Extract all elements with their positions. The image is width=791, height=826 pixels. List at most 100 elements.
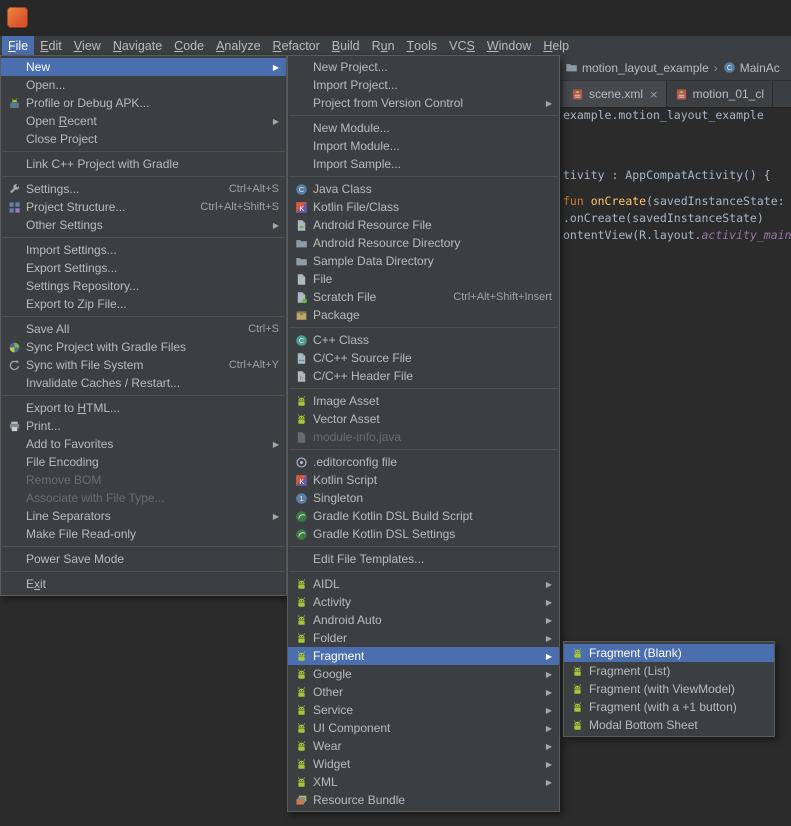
code-line-2[interactable]: tivity : AppCompatActivity() {	[563, 168, 771, 182]
menu-separator	[2, 546, 285, 547]
menu-item-modal-bottom-sheet[interactable]: Modal Bottom Sheet	[564, 716, 774, 734]
menu-item-file-encoding[interactable]: File Encoding	[1, 453, 286, 471]
menu-item-other-settings[interactable]: Other Settings▶	[1, 216, 286, 234]
menu-item-image-asset[interactable]: Image Asset	[288, 392, 559, 410]
menu-item-save-all[interactable]: Save AllCtrl+S	[1, 320, 286, 338]
menubar-item-window[interactable]: Window	[481, 36, 537, 55]
menu-item-file[interactable]: File	[288, 270, 559, 288]
menubar-item-analyze[interactable]: Analyze	[210, 36, 266, 55]
menu-item-scratch-file[interactable]: Scratch FileCtrl+Alt+Shift+Insert	[288, 288, 559, 306]
menu-item-fragment-blank[interactable]: Fragment (Blank)	[564, 644, 774, 662]
menu-item-export-settings[interactable]: Export Settings...	[1, 259, 286, 277]
menu-item-google[interactable]: Google▶	[288, 665, 559, 683]
menu-item-widget[interactable]: Widget▶	[288, 755, 559, 773]
menu-item-fragment-with-a-1-button[interactable]: Fragment (with a +1 button)	[564, 698, 774, 716]
menubar-item-file[interactable]: File	[2, 36, 34, 55]
menubar-item-view[interactable]: View	[68, 36, 107, 55]
menu-item-label: Settings...	[26, 182, 213, 196]
menu-item-power-save-mode[interactable]: Power Save Mode	[1, 550, 286, 568]
menu-item-aidl[interactable]: AIDL▶	[288, 575, 559, 593]
menu-item-profile-or-debug-apk[interactable]: Profile or Debug APK...	[1, 94, 286, 112]
menu-item-fragment[interactable]: Fragment▶	[288, 647, 559, 665]
menu-item-sync-project-with-gradle-files[interactable]: Sync Project with Gradle Files	[1, 338, 286, 356]
menu-separator	[289, 115, 558, 116]
menu-item-android-resource-directory[interactable]: Android Resource Directory	[288, 234, 559, 252]
menubar-item-edit[interactable]: Edit	[34, 36, 68, 55]
menu-item-new[interactable]: New▶	[1, 58, 286, 76]
code-line-3[interactable]: fun onCreate(savedInstanceState:	[563, 194, 785, 208]
menu-item-open[interactable]: Open...	[1, 76, 286, 94]
menubar-item-help[interactable]: Help	[537, 36, 575, 55]
menu-item-editorconfig-file[interactable]: .editorconfig file	[288, 453, 559, 471]
menu-item-activity[interactable]: Activity▶	[288, 593, 559, 611]
menu-item-c-c-source-file[interactable]: ++C/C++ Source File	[288, 349, 559, 367]
menu-item-import-project[interactable]: Import Project...	[288, 76, 559, 94]
menu-item-sample-data-directory[interactable]: Sample Data Directory	[288, 252, 559, 270]
menu-item-invalidate-caches-restart[interactable]: Invalidate Caches / Restart...	[1, 374, 286, 392]
menubar-item-navigate[interactable]: Navigate	[107, 36, 168, 55]
menu-item-settings[interactable]: Settings...Ctrl+Alt+S	[1, 180, 286, 198]
menubar-item-run[interactable]: Run	[366, 36, 401, 55]
tab-close-icon[interactable]: ×	[650, 88, 658, 101]
menu-item-print[interactable]: Print...	[1, 417, 286, 435]
code-line-5[interactable]: ontentView(R.layout.activity_main)	[563, 228, 791, 242]
menubar-item-tools[interactable]: Tools	[401, 36, 444, 55]
app-icon[interactable]	[7, 7, 28, 28]
menu-item-service[interactable]: Service▶	[288, 701, 559, 719]
menu-item-sync-with-file-system[interactable]: Sync with File SystemCtrl+Alt+Y	[1, 356, 286, 374]
menu-item-import-sample[interactable]: Import Sample...	[288, 155, 559, 173]
menu-item-singleton[interactable]: 1Singleton	[288, 489, 559, 507]
svg-text:C: C	[298, 185, 304, 194]
menu-item-java-class[interactable]: CJava Class	[288, 180, 559, 198]
menu-item-c-c-header-file[interactable]: hC/C++ Header File	[288, 367, 559, 385]
menu-item-fragment-with-viewmodel[interactable]: Fragment (with ViewModel)	[564, 680, 774, 698]
tab-scene-xml[interactable]: scene.xml×	[563, 81, 667, 107]
menu-item-kotlin-file-class[interactable]: KKotlin File/Class	[288, 198, 559, 216]
menu-item-make-file-read-only[interactable]: Make File Read-only	[1, 525, 286, 543]
menu-item-fragment-list[interactable]: Fragment (List)	[564, 662, 774, 680]
menu-item-import-settings[interactable]: Import Settings...	[1, 241, 286, 259]
menu-item-folder[interactable]: Folder▶	[288, 629, 559, 647]
menu-item-android-resource-file[interactable]: Android Resource File	[288, 216, 559, 234]
menu-item-xml[interactable]: XML▶	[288, 773, 559, 791]
menu-item-export-to-zip-file[interactable]: Export to Zip File...	[1, 295, 286, 313]
menu-item-open-recent[interactable]: Open Recent▶	[1, 112, 286, 130]
menu-item-exit[interactable]: Exit	[1, 575, 286, 593]
menu-item-project-from-version-control[interactable]: Project from Version Control▶	[288, 94, 559, 112]
menu-item-export-to-html[interactable]: Export to HTML...	[1, 399, 286, 417]
menubar-item-refactor[interactable]: Refactor	[267, 36, 326, 55]
menu-item-new-project[interactable]: New Project...	[288, 58, 559, 76]
menu-item-import-module[interactable]: Import Module...	[288, 137, 559, 155]
menu-item-gradle-kotlin-dsl-settings[interactable]: Gradle Kotlin DSL Settings	[288, 525, 559, 543]
menu-item-gradle-kotlin-dsl-build-script[interactable]: Gradle Kotlin DSL Build Script	[288, 507, 559, 525]
menu-item-link-c-project-with-gradle[interactable]: Link C++ Project with Gradle	[1, 155, 286, 173]
package-icon	[293, 308, 309, 322]
menubar-item-code[interactable]: Code	[168, 36, 210, 55]
menu-item-label: Invalidate Caches / Restart...	[26, 376, 279, 390]
menu-item-label: Fragment	[313, 649, 539, 663]
code-line-1[interactable]: example.motion_layout_example	[563, 108, 764, 122]
menu-item-android-auto[interactable]: Android Auto▶	[288, 611, 559, 629]
menu-item-edit-file-templates[interactable]: Edit File Templates...	[288, 550, 559, 568]
menu-item-line-separators[interactable]: Line Separators▶	[1, 507, 286, 525]
menu-item-vector-asset[interactable]: Vector Asset	[288, 410, 559, 428]
menu-item-ui-component[interactable]: UI Component▶	[288, 719, 559, 737]
breadcrumb-item-mainac[interactable]: CMainAc	[723, 61, 780, 75]
menu-item-settings-repository[interactable]: Settings Repository...	[1, 277, 286, 295]
code-line-4[interactable]: .onCreate(savedInstanceState)	[563, 211, 764, 225]
menu-item-kotlin-script[interactable]: KKotlin Script	[288, 471, 559, 489]
menu-item-wear[interactable]: Wear▶	[288, 737, 559, 755]
menu-item-project-structure[interactable]: Project Structure...Ctrl+Alt+Shift+S	[1, 198, 286, 216]
menubar-item-build[interactable]: Build	[326, 36, 366, 55]
menu-item-add-to-favorites[interactable]: Add to Favorites▶	[1, 435, 286, 453]
menu-item-c-class[interactable]: CC++ Class	[288, 331, 559, 349]
menu-item-resource-bundle[interactable]: Resource Bundle	[288, 791, 559, 809]
menu-item-close-project[interactable]: Close Project	[1, 130, 286, 148]
breadcrumb-item-motion-layout-example[interactable]: motion_layout_example	[565, 61, 709, 75]
tab-motion-01-cl[interactable]: motion_01_cl	[667, 81, 773, 107]
menu-item-new-module[interactable]: New Module...	[288, 119, 559, 137]
menubar-item-vcs[interactable]: VCS	[443, 36, 481, 55]
menu-item-package[interactable]: Package	[288, 306, 559, 324]
menu-item-other[interactable]: Other▶	[288, 683, 559, 701]
menu-item-label: Import Sample...	[313, 157, 552, 171]
